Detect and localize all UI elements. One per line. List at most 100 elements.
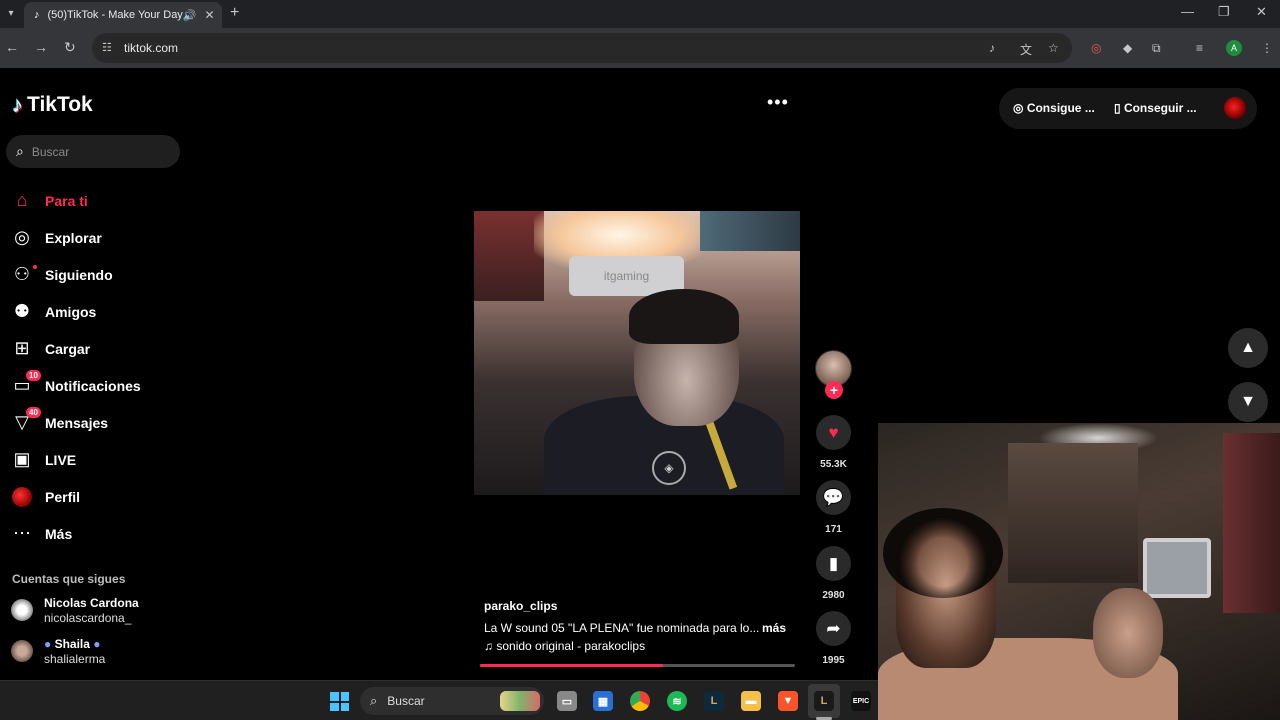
new-tab-button[interactable]: + — [230, 4, 239, 22]
league-of-legends-icon[interactable]: L — [814, 691, 834, 711]
friends-icon: ⚉ — [13, 301, 31, 321]
search-icon: ⌕ — [370, 693, 378, 708]
chrome-icon[interactable] — [630, 691, 650, 711]
search-highlight-image — [500, 691, 540, 711]
top-actions-bar: ◎ Consigue ... ▯ Conseguir ... — [999, 88, 1257, 129]
next-video-button[interactable]: ▼ — [1228, 382, 1268, 422]
search-input[interactable]: ⌕ Buscar — [6, 135, 180, 168]
video-caption: La W sound 05 "LA PLENA" fue nominada pa… — [484, 621, 760, 635]
sidebar-item-live[interactable]: ▣ LIVE — [10, 441, 180, 478]
video-progress-fill — [480, 664, 663, 667]
tiktok-note-icon: ♪ — [12, 92, 23, 117]
sidebar-nav: ⌂ Para ti ◎ Explorar ⚇ Siguiendo ⚉ Amigo… — [10, 182, 180, 552]
speaker-icon[interactable]: 🔊 — [183, 9, 197, 22]
save-button[interactable]: ▮ — [816, 546, 851, 581]
video-player[interactable]: itgaming ◈ — [474, 211, 800, 495]
get-app-button[interactable]: ▯ Conseguir ... — [1114, 101, 1197, 115]
brave-icon[interactable]: ▼ — [778, 691, 798, 711]
team-crest-icon: ◈ — [652, 451, 686, 485]
restore-icon[interactable]: ❐ — [1218, 4, 1230, 20]
taskbar-search[interactable]: ⌕ Buscar — [360, 687, 544, 715]
sidebar-item-amigos[interactable]: ⚉ Amigos — [10, 293, 180, 330]
profile-avatar — [12, 486, 32, 507]
compass-icon: ◎ — [14, 227, 30, 247]
extension-shield-icon[interactable]: ◎ — [1091, 41, 1101, 55]
share-count: 1995 — [822, 655, 845, 666]
league-client-icon[interactable]: L — [704, 691, 724, 711]
comment-button[interactable]: 💬 — [816, 480, 851, 515]
url-text: tiktok.com — [124, 41, 179, 55]
tiktok-favicon-icon: ♪ — [34, 9, 40, 21]
emoji-icon: ● — [44, 637, 55, 651]
tab-search-icon[interactable]: ▾ — [2, 4, 20, 22]
video-author[interactable]: parako_clips — [484, 599, 557, 613]
bookmark-star-icon[interactable]: ☆ — [1048, 41, 1059, 55]
user-avatar[interactable] — [1224, 97, 1246, 119]
browser-tab[interactable]: ♪ (50)TikTok - Make Your Day 🔊 ✕ — [24, 2, 222, 28]
caption-more-link[interactable]: más — [762, 621, 786, 635]
translate-icon[interactable]: 文 — [1020, 41, 1032, 58]
sidebar-item-mas[interactable]: ⋯ Más — [10, 515, 180, 552]
epic-games-icon[interactable]: EPIC — [851, 691, 871, 711]
more-options-icon[interactable]: ••• — [767, 92, 789, 113]
minimize-icon[interactable]: — — [1181, 4, 1194, 19]
follow-plus-button[interactable]: + — [825, 381, 843, 399]
file-explorer-icon[interactable]: ▬ — [741, 691, 761, 711]
media-control-icon[interactable]: ≡ — [1196, 41, 1203, 55]
address-bar[interactable]: ☷ tiktok.com ♪ 文 ☆ — [92, 33, 1072, 63]
comment-icon: 💬 — [822, 487, 845, 507]
following-account[interactable]: ● Shaila ● shalialerma — [11, 637, 105, 667]
close-tab-icon[interactable]: ✕ — [205, 8, 215, 22]
like-button[interactable]: ♥ — [816, 415, 851, 450]
search-icon: ⌕ — [16, 143, 24, 159]
profile-avatar[interactable]: A — [1226, 40, 1242, 56]
previous-video-button[interactable]: ▲ — [1228, 328, 1268, 368]
search-placeholder: Buscar — [31, 144, 70, 159]
reload-icon[interactable]: ↻ — [64, 39, 76, 56]
sidebar-item-explorar[interactable]: ◎ Explorar — [10, 219, 180, 256]
live-icon: ▣ — [13, 449, 31, 469]
tiktok-extension-icon[interactable]: ♪ — [989, 41, 995, 55]
share-button[interactable]: ➦ — [816, 611, 851, 646]
extension-diamond-icon[interactable]: ◆ — [1123, 41, 1132, 55]
following-section-title: Cuentas que sigues — [12, 572, 126, 586]
store-icon[interactable]: ▦ — [593, 691, 613, 711]
share-arrow-icon: ➦ — [826, 618, 841, 638]
sidebar-item-mensajes[interactable]: ▽ 40 Mensajes — [10, 404, 180, 441]
task-view-icon[interactable]: ▭ — [557, 691, 577, 711]
back-icon[interactable]: ← — [5, 39, 19, 55]
menu-kebab-icon[interactable]: ⋮ — [1261, 41, 1273, 55]
sidebar-item-cargar[interactable]: ⊞ Cargar — [10, 330, 180, 367]
following-account[interactable]: Nicolas Cardona nicolascardona_ — [11, 596, 139, 626]
messages-badge: 40 — [26, 407, 41, 418]
get-coins-button[interactable]: ◎ Consigue ... — [1013, 101, 1095, 115]
sidebar-item-para-ti[interactable]: ⌂ Para ti — [10, 182, 180, 219]
browser-tab-strip: ▾ ♪ (50)TikTok - Make Your Day 🔊 ✕ + — ❐… — [0, 0, 1280, 28]
sidebar-item-siguiendo[interactable]: ⚇ Siguiendo — [10, 256, 180, 293]
more-icon: ⋯ — [13, 523, 31, 543]
chevron-up-icon: ▲ — [1240, 339, 1256, 356]
upload-icon: ⊞ — [14, 338, 30, 358]
site-info-icon[interactable]: ☷ — [102, 41, 112, 54]
extensions-puzzle-icon[interactable]: ⧉ — [1152, 41, 1161, 56]
video-progress-bar[interactable] — [480, 664, 795, 667]
forward-icon[interactable]: → — [34, 39, 48, 55]
windows-start-icon[interactable] — [330, 692, 349, 711]
sidebar-item-perfil[interactable]: Perfil — [10, 478, 180, 515]
spotify-icon[interactable]: ≋ — [667, 691, 687, 711]
sidebar-item-notificaciones[interactable]: ▭ 10 Notificaciones — [10, 367, 180, 404]
close-window-icon[interactable]: ✕ — [1256, 4, 1267, 20]
notifications-badge: 10 — [26, 370, 41, 381]
account-avatar — [11, 640, 33, 662]
account-avatar — [11, 599, 33, 621]
video-music[interactable]: ♫ sonido original - parakoclips — [484, 639, 645, 653]
comment-count: 171 — [825, 524, 842, 535]
new-dot-badge — [33, 265, 37, 269]
tiktok-logo[interactable]: ♪ TikTok — [12, 92, 93, 118]
following-icon: ⚇ — [13, 264, 31, 284]
save-count: 2980 — [822, 590, 845, 601]
music-note-icon: ♫ — [484, 639, 497, 653]
bookmark-icon: ▮ — [828, 553, 839, 573]
home-icon: ⌂ — [16, 190, 28, 210]
tab-title: (50)TikTok - Make Your Day — [47, 9, 183, 21]
